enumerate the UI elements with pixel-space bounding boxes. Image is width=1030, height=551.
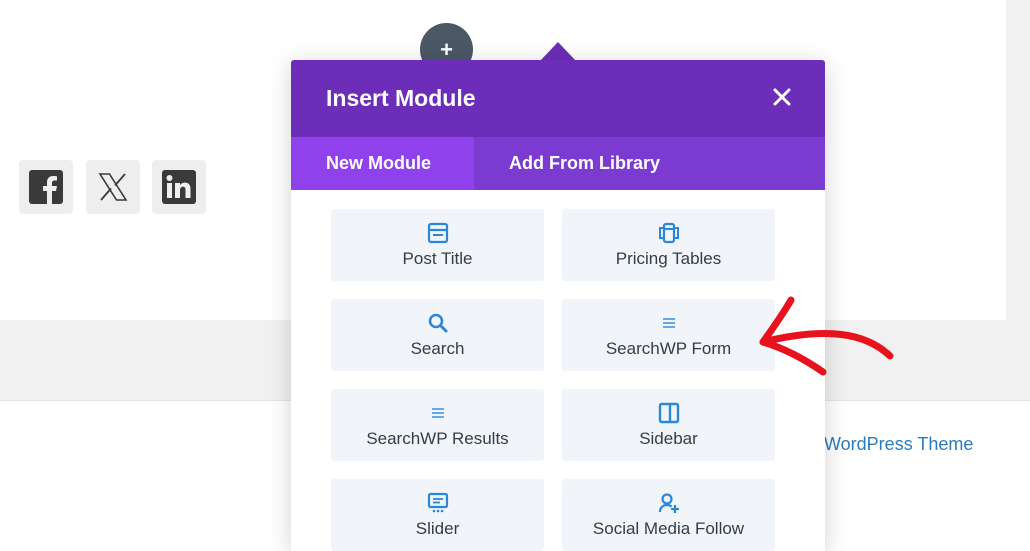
footer-theme-link[interactable]: WordPress Theme: [824, 434, 973, 455]
facebook-share-button[interactable]: [19, 160, 73, 214]
module-sidebar[interactable]: Sidebar: [562, 389, 775, 461]
module-label: SearchWP Form: [605, 339, 732, 358]
close-icon: [773, 88, 791, 106]
module-label: Pricing Tables: [615, 249, 722, 268]
dialog-tabs: New Module Add From Library: [291, 137, 825, 190]
linkedin-icon: [162, 170, 196, 204]
annotation-arrow-icon: [759, 296, 894, 376]
module-post-title[interactable]: Post Title: [331, 209, 544, 281]
module-label: Post Title: [402, 249, 473, 268]
dialog-title: Insert Module: [326, 85, 476, 111]
x-twitter-icon: [98, 173, 128, 201]
menu-lines-icon: [431, 408, 444, 418]
tab-add-from-library[interactable]: Add From Library: [474, 137, 660, 190]
slider-icon: [427, 492, 448, 513]
module-search[interactable]: Search: [331, 299, 544, 371]
module-searchwp-form[interactable]: SearchWP Form: [562, 299, 775, 371]
plus-icon: +: [440, 36, 453, 62]
module-label: Search: [410, 339, 465, 358]
close-button[interactable]: [767, 82, 797, 112]
module-slider[interactable]: Slider: [331, 479, 544, 551]
tab-new-module[interactable]: New Module: [291, 137, 474, 190]
module-searchwp-results[interactable]: SearchWP Results: [331, 389, 544, 461]
x-share-button[interactable]: [86, 160, 140, 214]
facebook-icon: [29, 170, 63, 204]
module-pricing-tables[interactable]: Pricing Tables: [562, 209, 775, 281]
module-social-media-follow[interactable]: Social Media Follow: [562, 479, 775, 551]
post-title-icon: [427, 222, 448, 244]
module-label: Sidebar: [639, 429, 698, 448]
linkedin-share-button[interactable]: [152, 160, 206, 214]
search-icon: [428, 313, 447, 333]
menu-lines-icon: [662, 318, 675, 328]
dialog-header: Insert Module: [291, 60, 825, 137]
module-label: Slider: [415, 519, 460, 538]
pricing-tables-icon: [658, 222, 679, 244]
sidebar-icon: [658, 402, 679, 424]
social-follow-icon: [658, 493, 679, 513]
module-label: Social Media Follow: [592, 519, 745, 538]
insert-module-dialog: Insert Module New Module Add From Librar…: [291, 60, 825, 551]
modal-pointer: [540, 42, 576, 61]
module-label: SearchWP Results: [366, 429, 509, 448]
